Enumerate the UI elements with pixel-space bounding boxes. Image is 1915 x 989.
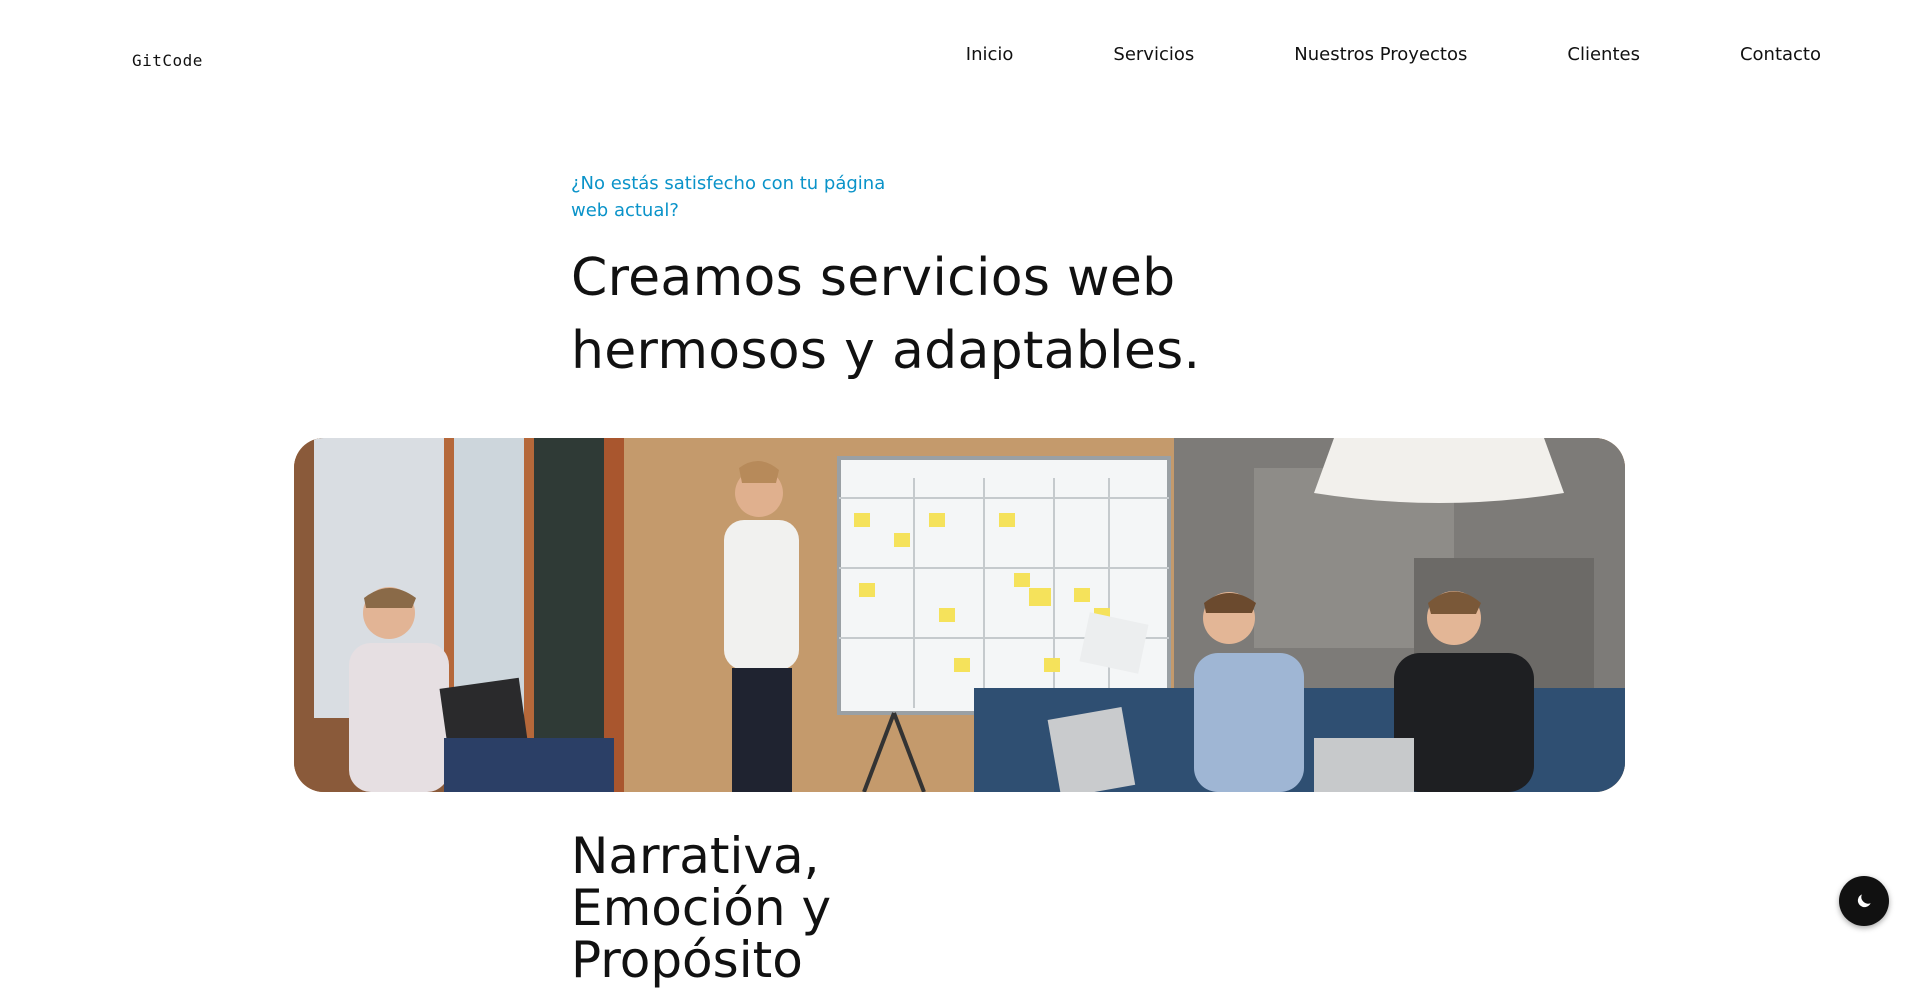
hero-banner-image [294, 438, 1625, 792]
site-header: GitCode Inicio Servicios Nuestros Proyec… [0, 0, 1915, 110]
site-logo[interactable]: GitCode [132, 51, 203, 70]
theme-toggle-button[interactable] [1839, 876, 1889, 926]
section-title: Narrativa, Emoción y Propósito [571, 827, 832, 989]
hero-section: ¿No estás satisfecho con tu página web a… [571, 170, 1291, 388]
nav-link-proyectos[interactable]: Nuestros Proyectos [1294, 44, 1467, 65]
hero-eyebrow: ¿No estás satisfecho con tu página web a… [571, 173, 886, 221]
moon-icon [1857, 894, 1871, 908]
nav-link-inicio[interactable]: Inicio [966, 44, 1014, 65]
main-nav: Inicio Servicios Nuestros Proyectos Clie… [966, 44, 1821, 65]
nav-link-servicios[interactable]: Servicios [1113, 44, 1194, 65]
nav-link-contacto[interactable]: Contacto [1740, 44, 1821, 65]
nav-link-clientes[interactable]: Clientes [1567, 44, 1640, 65]
hero-headline: Creamos servicios web hermosos y adaptab… [571, 248, 1201, 381]
team-meeting-illustration [294, 438, 1625, 792]
